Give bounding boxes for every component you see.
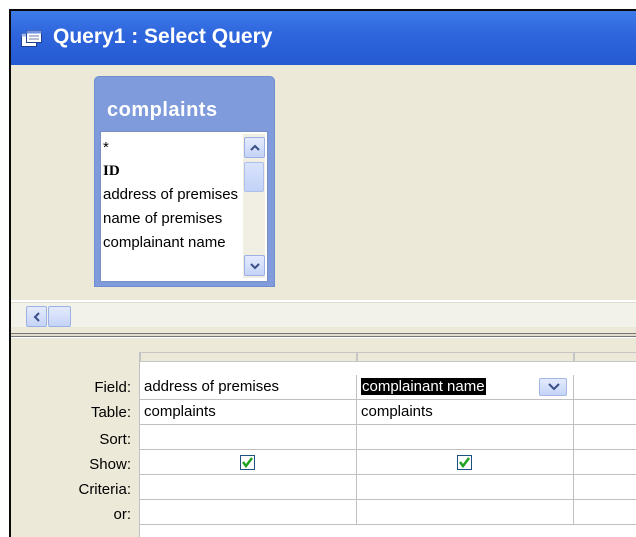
window-title: Query1 : Select Query xyxy=(53,25,273,48)
title-bar[interactable]: Query1 : Select Query xyxy=(11,11,636,65)
show-cell-1[interactable] xyxy=(140,450,357,475)
field-cell-2-text: complainant name xyxy=(361,378,486,395)
query-design-window: Query1 : Select Query complaints * ID ad… xyxy=(9,9,636,537)
scroll-up-button[interactable] xyxy=(244,137,265,158)
or-cell-3[interactable] xyxy=(574,500,636,525)
query-design-grid[interactable]: address of premises complaints complaina… xyxy=(139,352,636,537)
scroll-left-button[interactable] xyxy=(26,306,47,327)
scroll-up-icon xyxy=(250,144,260,151)
show-cell-2[interactable] xyxy=(357,450,574,475)
criteria-cell-2[interactable] xyxy=(357,475,574,500)
row-label-field: Field: xyxy=(94,379,131,396)
table-cell-2[interactable]: complaints xyxy=(357,400,574,425)
checkmark-icon xyxy=(459,457,470,468)
table-cell-1[interactable]: complaints xyxy=(140,400,357,425)
table-pane[interactable]: complaints * ID address of premises name… xyxy=(11,65,636,300)
scroll-down-icon xyxy=(250,263,260,270)
sort-cell-2[interactable] xyxy=(357,425,574,450)
row-label-or: or: xyxy=(113,506,131,523)
field-list-scrollbar[interactable] xyxy=(243,134,265,278)
scroll-down-button[interactable] xyxy=(244,255,265,276)
show-cell-3[interactable] xyxy=(574,450,636,475)
column-selector-1[interactable] xyxy=(140,352,357,362)
row-label-show: Show: xyxy=(89,456,131,473)
field-list-box[interactable]: * ID address of premises name of premise… xyxy=(100,131,268,282)
or-cell-2[interactable] xyxy=(357,500,574,525)
field-cell-1[interactable]: address of premises xyxy=(140,375,357,400)
field-list-complaints[interactable]: complaints * ID address of premises name… xyxy=(94,76,275,287)
field-cell-2[interactable]: complainant name xyxy=(357,375,574,400)
field-item-all[interactable]: * xyxy=(103,136,241,160)
field-cell-3[interactable] xyxy=(574,375,636,400)
horizontal-scroll-thumb[interactable] xyxy=(48,306,71,327)
scroll-thumb[interactable] xyxy=(244,162,264,192)
sort-cell-1[interactable] xyxy=(140,425,357,450)
field-item-id[interactable]: ID xyxy=(103,160,241,184)
scroll-left-icon xyxy=(33,312,40,322)
show-checkbox-1[interactable] xyxy=(240,455,255,470)
dropdown-arrow-icon xyxy=(548,383,560,391)
table-cell-3[interactable] xyxy=(574,400,636,425)
horizontal-scrollbar[interactable] xyxy=(11,302,636,328)
sort-cell-3[interactable] xyxy=(574,425,636,450)
field-item-name-of-premises[interactable]: name of premises xyxy=(103,207,241,231)
query-window-icon xyxy=(21,30,43,48)
show-checkbox-2[interactable] xyxy=(457,455,472,470)
row-label-criteria: Criteria: xyxy=(78,481,131,498)
column-selector-3[interactable] xyxy=(574,352,636,362)
criteria-cell-1[interactable] xyxy=(140,475,357,500)
criteria-cell-3[interactable] xyxy=(574,475,636,500)
row-label-sort: Sort: xyxy=(99,431,131,448)
column-selector-2[interactable] xyxy=(357,352,574,362)
field-item-complainant-name[interactable]: complainant name xyxy=(103,231,241,255)
field-list-title: complaints xyxy=(107,99,218,121)
field-item-address[interactable]: address of premises xyxy=(103,183,241,207)
or-cell-1[interactable] xyxy=(140,500,357,525)
pane-splitter[interactable] xyxy=(11,333,636,337)
row-label-table: Table: xyxy=(90,404,131,421)
field-dropdown-button[interactable] xyxy=(539,378,567,396)
design-grid-pane[interactable]: Field: Table: Sort: Show: Criteria: or: … xyxy=(11,338,636,537)
checkmark-icon xyxy=(242,457,253,468)
